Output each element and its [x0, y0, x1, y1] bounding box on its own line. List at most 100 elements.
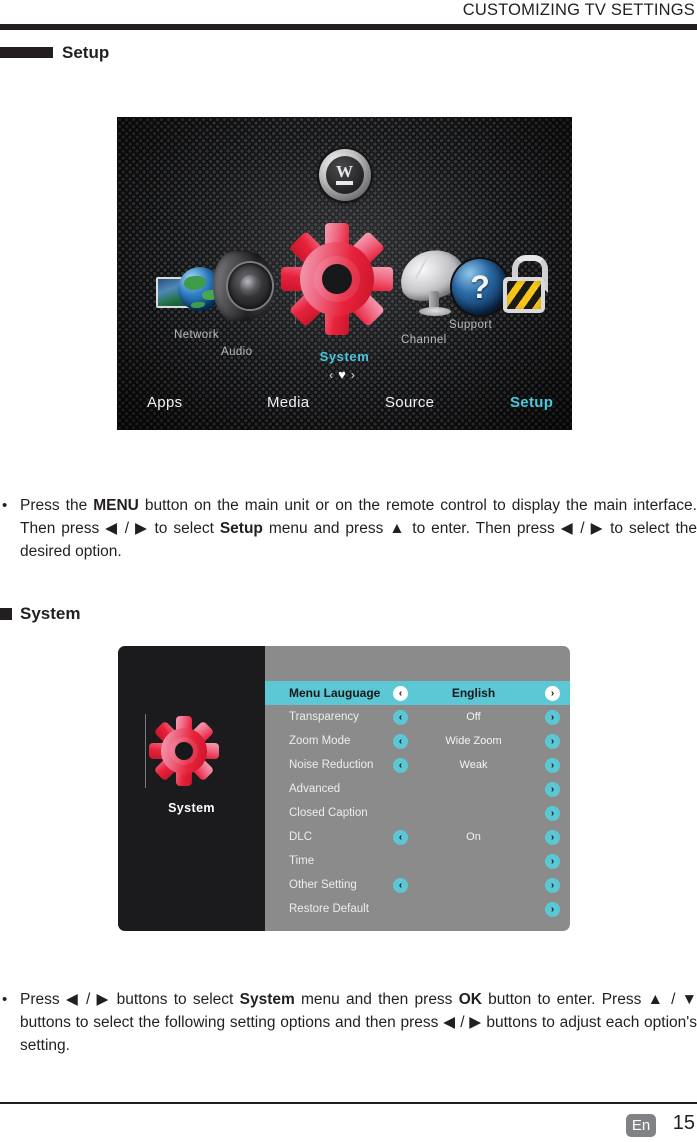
chevron-left-icon[interactable]: ‹ — [393, 709, 408, 725]
chevron-right-icon[interactable]: › — [351, 368, 360, 382]
system-text-5: buttons to select the following setting … — [20, 1014, 444, 1031]
westinghouse-logo-icon: W — [318, 149, 371, 201]
setup-text-1: Press the — [20, 497, 94, 514]
system-gear-icon — [149, 716, 219, 786]
page-number: 15 — [672, 1112, 695, 1134]
setup-text-3: to select — [148, 520, 220, 537]
chevron-right-icon[interactable]: › — [545, 757, 560, 773]
left-arrow-placeholder — [393, 854, 408, 869]
chevron-right-icon[interactable]: › — [545, 853, 560, 869]
system-text-3: menu and then press — [294, 991, 459, 1008]
osd-row-label: Zoom Mode — [289, 735, 351, 747]
osd-row-value: Off — [466, 711, 481, 723]
icon-label-channel: Channel — [401, 334, 447, 346]
osd-row-closed-caption[interactable]: Closed Caption › — [265, 801, 570, 825]
page-footer: En 15 — [0, 1108, 697, 1142]
chevron-left-icon[interactable]: ‹ — [393, 877, 408, 893]
heart-icon: ♥ — [338, 367, 351, 382]
osd-row-value: Weak — [459, 759, 488, 771]
tv-bottom-nav: Apps Media Source Setup — [117, 387, 572, 417]
system-bold-system: System — [239, 991, 295, 1008]
nav-item-apps[interactable]: Apps — [147, 394, 182, 411]
section-heading-system: System — [0, 605, 80, 622]
audio-speaker-icon[interactable] — [213, 251, 275, 321]
setup-bold-setup: Setup — [219, 520, 263, 537]
system-text-1: Press — [20, 991, 66, 1008]
osd-row-value: English — [451, 686, 496, 700]
osd-row-other-setting[interactable]: Other Setting ‹ › — [265, 873, 570, 897]
icon-label-network: Network — [174, 329, 219, 341]
tv-main-menu-screenshot: W ? Network Audio Channel Support System… — [117, 117, 572, 430]
running-title: CUSTOMIZING TV SETTINGS — [462, 1, 695, 19]
osd-row-label: DLC — [289, 831, 313, 843]
osd-row-label: Transparency — [289, 711, 359, 723]
section-title-setup: Setup — [62, 43, 110, 62]
chevron-right-icon[interactable]: › — [545, 709, 560, 725]
osd-row-label: Noise Reduction — [289, 759, 374, 771]
left-right-arrow-glyphs: ◀ / ▶ — [105, 520, 149, 537]
instruction-paragraph-setup: • Press the MENU button on the main unit… — [0, 494, 697, 563]
osd-row-value: On — [466, 831, 481, 843]
osd-row-dlc[interactable]: DLC ‹ On › — [265, 825, 570, 849]
osd-row-menu-lauguage[interactable]: Menu Lauguage ‹ English › — [265, 681, 570, 705]
support-globe-question-icon[interactable]: ? — [452, 259, 508, 315]
section-title-system: System — [20, 604, 81, 623]
chevron-left-icon[interactable]: ‹ — [329, 368, 338, 382]
osd-row-advanced[interactable]: Advanced › — [265, 777, 570, 801]
bullet-point-icon: • — [2, 497, 8, 514]
osd-row-restore-default[interactable]: Restore Default › — [265, 897, 570, 921]
chevron-left-icon[interactable]: ‹ — [393, 829, 408, 845]
chevron-right-icon[interactable]: › — [545, 685, 560, 701]
osd-row-label: Closed Caption — [289, 807, 368, 819]
chevron-right-icon[interactable]: › — [545, 805, 560, 821]
setup-text-5: to enter. Then press — [406, 520, 561, 537]
system-text-4: button to enter. Press — [481, 991, 648, 1008]
chevron-right-icon[interactable]: › — [545, 901, 560, 917]
osd-row-noise-reduction[interactable]: Noise Reduction ‹ Weak › — [265, 753, 570, 777]
bullet-point-icon: • — [2, 991, 8, 1008]
left-right-arrow-glyphs-2: ◀ / ▶ — [443, 1014, 482, 1031]
chevron-right-icon[interactable]: › — [545, 781, 560, 797]
logo-w-mark: W — [336, 161, 353, 181]
instruction-paragraph-system: • Press ◀ / ▶ buttons to select System m… — [0, 988, 697, 1057]
nav-item-media[interactable]: Media — [267, 394, 309, 411]
left-arrow-placeholder — [393, 902, 408, 917]
left-right-arrow-glyphs-2: ◀ / ▶ — [560, 520, 605, 537]
osd-options-list: Menu Lauguage ‹ English › Transparency ‹ Off › Z… — [265, 646, 570, 931]
osd-row-time[interactable]: Time › — [265, 849, 570, 873]
section-bullet-bar-icon — [0, 47, 53, 58]
chevron-right-icon[interactable]: › — [545, 733, 560, 749]
logo-bar — [336, 180, 353, 185]
chevron-left-icon[interactable]: ‹ — [393, 757, 408, 773]
chevron-right-icon[interactable]: › — [545, 877, 560, 893]
system-bold-ok: OK — [458, 991, 482, 1008]
nav-item-source[interactable]: Source — [385, 394, 434, 411]
osd-row-transparency[interactable]: Transparency ‹ Off › — [265, 705, 570, 729]
osd-row-label: Restore Default — [289, 903, 369, 915]
osd-row-label: Menu Lauguage — [289, 686, 381, 700]
setup-bold-menu: MENU — [93, 497, 139, 514]
language-badge: En — [626, 1114, 656, 1137]
system-gear-icon[interactable] — [281, 223, 393, 335]
tv-icon-row: ? — [117, 223, 572, 335]
osd-row-label: Advanced — [289, 783, 341, 795]
menu-scroll-hint: ‹♥› — [117, 367, 572, 382]
osd-row-label: Time — [289, 855, 315, 867]
section-bullet-square-icon — [0, 607, 12, 620]
chevron-left-icon[interactable]: ‹ — [393, 685, 408, 701]
up-down-arrow-glyphs: ▲ / ▼ — [647, 991, 697, 1008]
header-rule — [0, 24, 697, 30]
section-heading-setup: Setup — [0, 44, 109, 61]
osd-sidebar: System — [118, 646, 265, 931]
nav-item-setup[interactable]: Setup — [510, 394, 553, 411]
system-text-2: buttons to select — [110, 991, 240, 1008]
osd-sidebar-label: System — [168, 801, 215, 815]
setup-text-4: menu and press — [262, 520, 390, 537]
osd-row-zoom-mode[interactable]: Zoom Mode ‹ Wide Zoom › — [265, 729, 570, 753]
chevron-left-icon[interactable]: ‹ — [393, 733, 408, 749]
chevron-right-icon[interactable]: › — [545, 829, 560, 845]
selected-menu-label-system: System — [319, 349, 370, 364]
up-arrow-glyph: ▲ — [389, 520, 407, 537]
left-right-arrow-glyphs: ◀ / ▶ — [65, 991, 111, 1008]
lock-padlock-icon[interactable] — [503, 255, 548, 315]
